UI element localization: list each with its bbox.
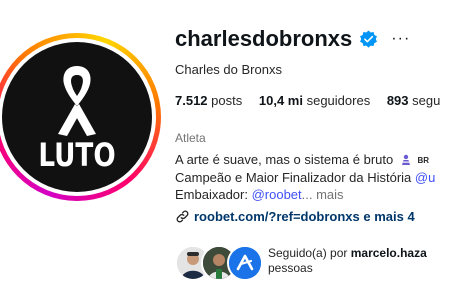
website-link-text: roobet.com/?ref=dobronxs e mais 4 [194,209,415,224]
jiu-jitsu-icon [401,154,410,165]
followed-by-line-1: Seguido(a) por marcelo.haza [268,246,427,261]
posts-stat: 7.512 posts [175,93,242,108]
bio-line-1-text: A arte é suave, mas o sistema é bruto [175,152,394,167]
posts-label: posts [211,93,243,108]
followed-by-line-2: pessoas [268,261,313,275]
link-icon [176,210,189,223]
username-row: charlesdobronxs ··· [175,26,410,52]
full-name: Charles do Bronxs [175,62,282,77]
following-count: 893 [386,93,409,108]
follower-avatars [175,243,267,281]
followed-by-text: Seguido(a) por marcelo.haza pessoas [268,246,427,276]
bio-mention-1[interactable]: @u [415,170,435,185]
story-ring[interactable]: LUTO [0,33,161,201]
followers-label: seguidores [306,93,371,108]
more-options-icon[interactable]: ··· [391,31,410,47]
website-link[interactable]: roobet.com/?ref=dobronxs e mais 4 [175,209,415,224]
brazil-flag-label: BR [417,156,430,165]
bio-line-1: A arte é suave, mas o sistema é bruto BR [175,151,435,169]
followers-stat[interactable]: 10,4 mi seguidores [259,93,370,108]
profile-category: Atleta [175,131,206,145]
follower-avatar-3 [227,245,263,281]
story-ring-gap: LUTO [0,38,156,196]
bio-line-3-text: Embaixador: [175,187,252,202]
followed-by-name: marcelo.haza [350,246,427,260]
avatar-luto-text: LUTO [38,136,116,174]
awareness-ribbon-icon [58,66,96,136]
verified-badge-icon [360,29,378,48]
profile-avatar[interactable]: LUTO [2,42,152,192]
followed-by-prefix: Seguido(a) por [268,246,351,260]
followers-count: 10,4 mi [258,93,303,108]
profile-stats: 7.512 posts 10,4 mi seguidores 893 segu [175,93,450,108]
bio-mention-roobet[interactable]: @roobet [252,187,302,202]
bio-more-link[interactable]: ... mais [302,187,344,202]
profile-bio: A arte é suave, mas o sistema é bruto BR… [175,151,435,203]
following-stat[interactable]: 893 segu [387,93,441,108]
bio-line-2: Campeão e Maior Finalizador da História … [175,169,435,186]
username: charlesdobronxs [175,26,353,51]
following-label: segu [412,93,441,108]
bio-line-2-text: Campeão e Maior Finalizador da História [175,170,415,185]
posts-count: 7.512 [175,93,208,108]
bio-line-3: Embaixador: @roobet... mais [175,186,435,203]
followed-by[interactable]: Seguido(a) por marcelo.haza pessoas [175,243,427,281]
